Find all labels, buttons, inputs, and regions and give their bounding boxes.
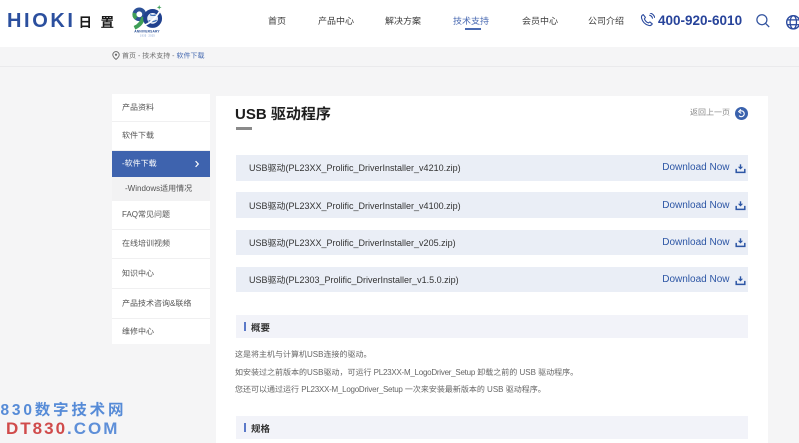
svg-text:1935 2025: 1935 2025 (140, 35, 155, 37)
svg-text:ANNIVERSARY: ANNIVERSARY (134, 30, 160, 34)
